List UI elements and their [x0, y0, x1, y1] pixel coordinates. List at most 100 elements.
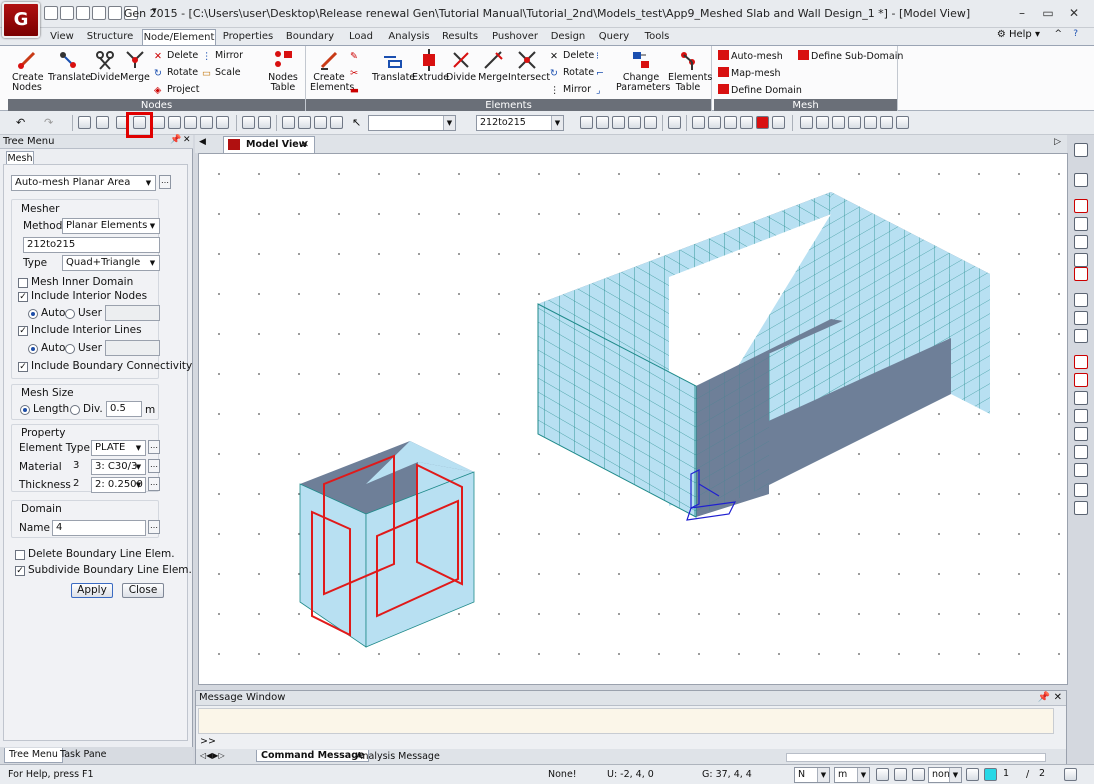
tab-tools[interactable]: Tools	[640, 29, 674, 45]
toolbar-tool-2-icon[interactable]	[596, 116, 609, 129]
page-spin-icon[interactable]	[1064, 768, 1077, 781]
type-select[interactable]: Quad+Triangle ▼	[62, 255, 160, 271]
lines-user-input[interactable]	[105, 340, 160, 356]
model-canvas[interactable]	[199, 154, 1067, 684]
include-interior-nodes-checkbox[interactable]: ✓	[18, 292, 28, 302]
lines-user-radio[interactable]	[65, 344, 75, 354]
delete-nodes-button[interactable]: ✕ Delete	[154, 50, 198, 62]
minimize-icon[interactable]: –	[1012, 5, 1032, 21]
intersect-button[interactable]: Intersect	[508, 49, 550, 83]
merge-elements-button[interactable]: Merge	[478, 49, 508, 83]
message-pin-icon[interactable]: 📌	[1038, 691, 1050, 705]
translate-nodes-button[interactable]: Translate	[48, 49, 91, 83]
toolbar-select-4-icon[interactable]	[200, 116, 213, 129]
message-close-icon[interactable]: ✕	[1054, 691, 1062, 705]
query-icon[interactable]	[966, 768, 979, 781]
toolbar-label-3-icon[interactable]	[832, 116, 845, 129]
view-bottom-icon[interactable]	[1074, 445, 1088, 459]
tab-task-pane[interactable]: Task Pane	[60, 749, 107, 760]
page-current[interactable]: 1	[1000, 767, 1022, 783]
tab-results[interactable]: Results	[440, 29, 480, 45]
mesh-inner-domain-checkbox[interactable]	[18, 278, 28, 288]
command-prompt[interactable]: >>	[200, 736, 216, 747]
mapmesh-button[interactable]: Map-mesh	[718, 67, 781, 80]
delete-elements-button[interactable]: ✕ Delete	[550, 50, 594, 62]
view-iso-icon[interactable]	[1074, 355, 1088, 369]
close-tab-icon[interactable]: ✕	[301, 137, 309, 152]
toolbar-grid-icon[interactable]	[78, 116, 91, 129]
element-tool-1-icon[interactable]: ✎	[350, 50, 363, 62]
material-more-button[interactable]: …	[148, 459, 160, 473]
render-view-icon[interactable]	[1074, 173, 1088, 187]
tab-mesh[interactable]: Mesh	[6, 151, 34, 165]
define-domain-button[interactable]: Define Domain	[718, 84, 802, 97]
material-number[interactable]: 3	[70, 459, 90, 475]
mesh-name-input[interactable]: 212to215	[23, 237, 160, 253]
zoom-window-icon[interactable]	[1074, 217, 1088, 231]
toolbar-tool-1-icon[interactable]	[580, 116, 593, 129]
close-button[interactable]: Close	[122, 583, 164, 598]
redo-icon[interactable]: ↷	[44, 116, 57, 129]
zoom-fit-icon[interactable]	[1074, 199, 1088, 213]
view-front-icon[interactable]	[1074, 391, 1088, 405]
toolbar-label-5-icon[interactable]	[864, 116, 877, 129]
toolbar-window-4-icon[interactable]	[330, 116, 343, 129]
model-viewport[interactable]	[198, 153, 1068, 685]
element-tool-4-icon[interactable]: ⁝	[596, 50, 609, 62]
tab-pushover[interactable]: Pushover	[492, 29, 538, 45]
element-type-select[interactable]: PLATE ▼	[91, 440, 146, 456]
tab-properties[interactable]: Properties	[222, 29, 274, 45]
toolbar-window-2-icon[interactable]	[298, 116, 311, 129]
function-more-button[interactable]: …	[159, 175, 171, 189]
element-tool-3-icon[interactable]: ▬	[350, 84, 363, 96]
extrude-button[interactable]: Extrude	[412, 49, 449, 83]
force-unit-select[interactable]: N ▼	[794, 767, 830, 783]
snap-grid-icon[interactable]	[894, 768, 907, 781]
toolbar-display-3-icon[interactable]	[724, 116, 737, 129]
domain-name-input[interactable]: 4	[52, 520, 146, 536]
help-menu[interactable]: ⚙ Help ▾	[997, 29, 1040, 40]
rotate-nodes-button[interactable]: ↻ Rotate	[154, 67, 198, 79]
toolbar-label-6-icon[interactable]	[880, 116, 893, 129]
restore-icon[interactable]: ▭	[1038, 5, 1058, 21]
tab-boundary[interactable]: Boundary	[284, 29, 336, 45]
lines-auto-radio[interactable]	[28, 344, 38, 354]
toolbar-select-5-icon[interactable]	[216, 116, 229, 129]
divide-elements-button[interactable]: Divide	[446, 49, 476, 83]
toolbar-display-1-icon[interactable]	[692, 116, 705, 129]
toolbar-node-icon[interactable]	[96, 116, 109, 129]
subdivide-boundary-checkbox[interactable]: ✓	[15, 566, 25, 576]
lock-icon[interactable]	[896, 116, 909, 129]
tab-scroll-left-icon[interactable]: ◀	[199, 137, 206, 147]
view-top-icon[interactable]	[1074, 373, 1088, 387]
view-grid-icon[interactable]	[1074, 143, 1088, 157]
element-type-more-button[interactable]: …	[148, 440, 160, 454]
include-boundary-connectivity-checkbox[interactable]: ✓	[18, 362, 28, 372]
mirror-elements-button[interactable]: ⋮ Mirror	[550, 84, 591, 96]
message-scrollbar[interactable]	[786, 753, 1046, 762]
function-select[interactable]: Auto-mesh Planar Area ▼	[11, 175, 156, 191]
elements-table-button[interactable]: Elements Table	[668, 49, 712, 93]
nodes-table-button[interactable]: Nodes Table	[266, 49, 300, 93]
apply-button[interactable]: Apply	[71, 583, 113, 598]
toolbar-select-2-icon[interactable]	[168, 116, 181, 129]
include-interior-lines-checkbox[interactable]: ✓	[18, 326, 28, 336]
selection-combo[interactable]: ▼	[368, 115, 456, 131]
element-tool-5-icon[interactable]: ⌐	[596, 67, 609, 79]
mesh-size-input[interactable]: 0.5	[106, 401, 142, 417]
panel-close-icon[interactable]: ✕	[183, 135, 191, 145]
toolbar-label-2-icon[interactable]	[816, 116, 829, 129]
message-nav-icon[interactable]: ◁◀▶▷	[200, 751, 225, 760]
toolbar-display-4-icon[interactable]	[740, 116, 753, 129]
toolbar-view-1-icon[interactable]	[242, 116, 255, 129]
pin-icon[interactable]: 📌	[170, 135, 181, 145]
method-select[interactable]: Planar Elements ▼	[62, 218, 160, 234]
toolbar-view-2-icon[interactable]	[258, 116, 271, 129]
toolbar-tool-4-icon[interactable]	[628, 116, 641, 129]
pan-icon[interactable]	[1074, 311, 1088, 325]
create-nodes-button[interactable]: Create Nodes	[12, 49, 44, 93]
view-side-icon[interactable]	[1074, 409, 1088, 423]
tab-load[interactable]: Load	[344, 29, 378, 45]
zoom-out-icon[interactable]	[1074, 253, 1088, 267]
view-back-icon[interactable]	[1074, 427, 1088, 441]
